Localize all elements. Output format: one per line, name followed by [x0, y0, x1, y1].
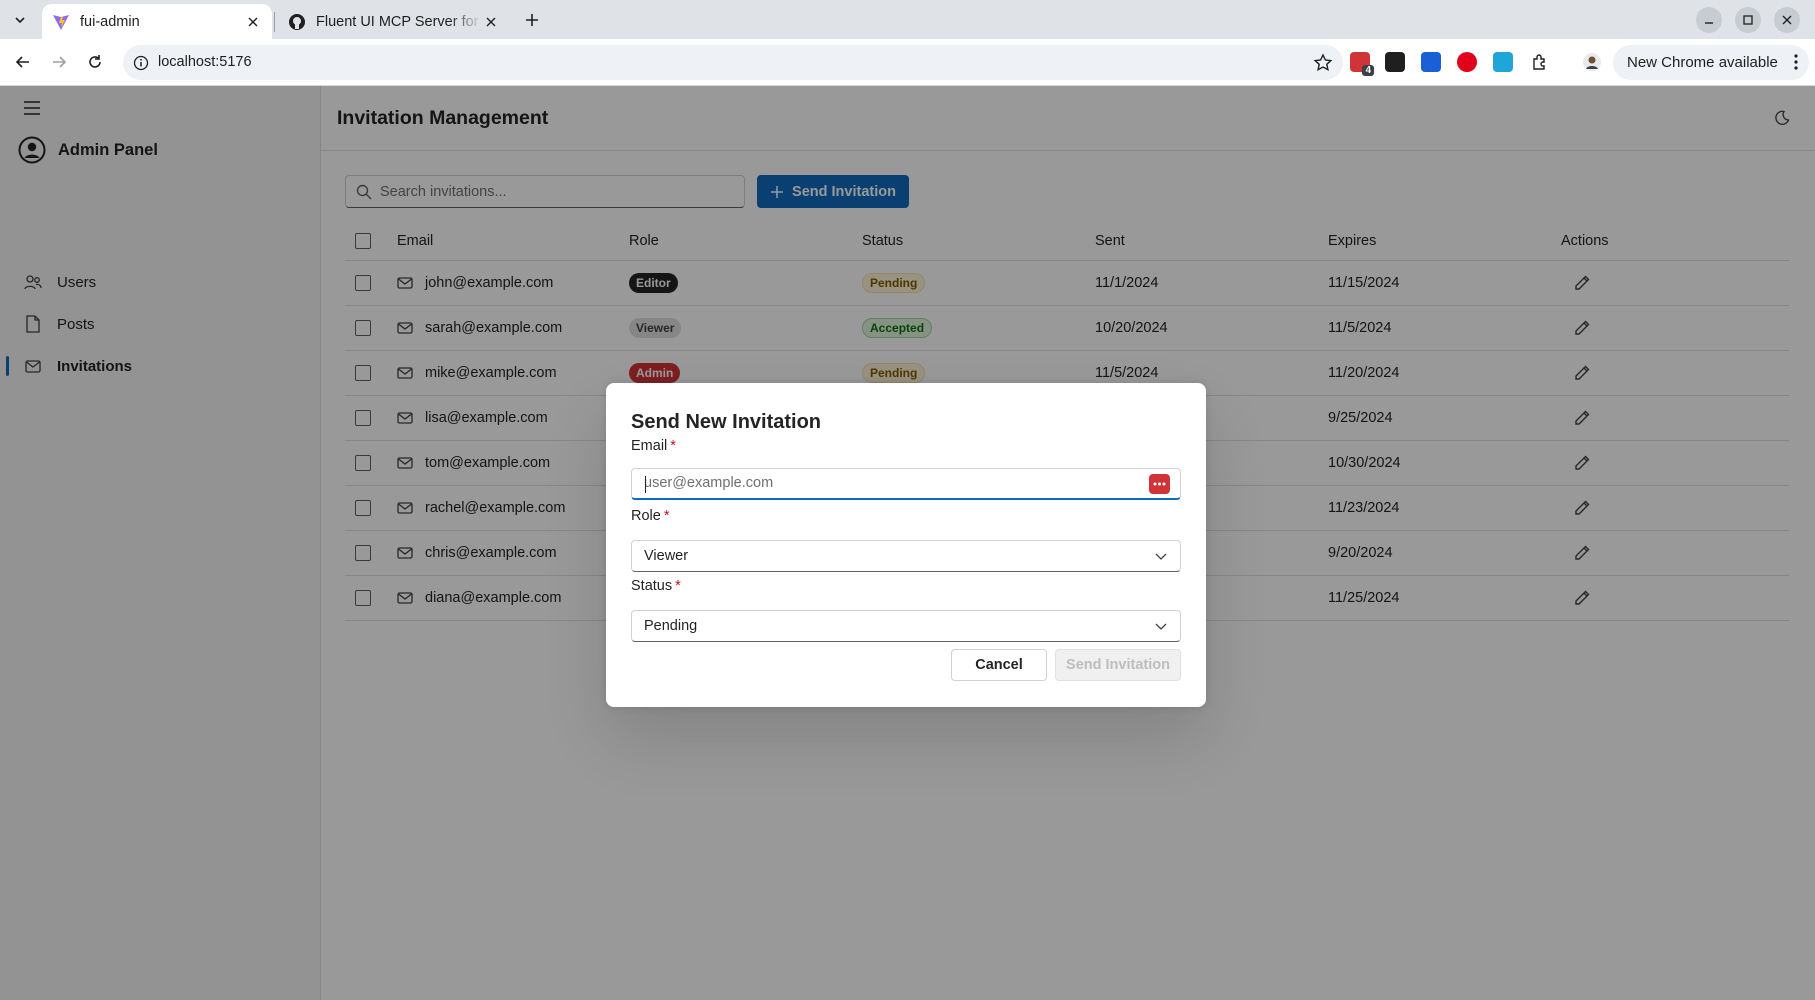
close-tab-icon[interactable]: [244, 13, 262, 31]
close-window-icon[interactable]: [1774, 7, 1800, 33]
tab-title: fui-admin: [80, 13, 140, 30]
browser-tab-active[interactable]: fui-admin: [42, 4, 272, 39]
chrome-menu-icon[interactable]: [1793, 53, 1799, 71]
site-info-icon[interactable]: [131, 53, 151, 73]
browser-toolbar: localhost:5176 4 New Chrome available: [0, 39, 1815, 86]
minimize-icon[interactable]: [1696, 7, 1722, 33]
url-text: localhost:5176: [158, 54, 252, 70]
status-selected-value: Pending: [644, 618, 698, 634]
extension-dark-icon[interactable]: [1385, 52, 1405, 72]
email-label-text: Email: [631, 438, 668, 454]
email-field-label: Email *: [631, 438, 676, 454]
tab-divider: [274, 12, 275, 32]
status-dropdown[interactable]: Pending: [631, 610, 1181, 642]
back-arrow-icon[interactable]: [11, 50, 35, 74]
required-asterisk: *: [663, 508, 670, 524]
tab-search-chevron-icon[interactable]: [8, 8, 32, 32]
password-manager-icon[interactable]: [1149, 474, 1170, 494]
role-selected-value: Viewer: [644, 548, 689, 564]
cancel-button[interactable]: Cancel: [951, 649, 1047, 681]
text-cursor: [645, 476, 646, 493]
role-dropdown[interactable]: Viewer: [631, 540, 1181, 572]
chevron-down-icon: [1155, 623, 1167, 630]
submit-invitation-button[interactable]: Send Invitation: [1055, 649, 1181, 681]
extension-badge-count: 4: [1362, 65, 1374, 76]
required-asterisk: *: [670, 438, 676, 454]
status-label-text: Status: [631, 578, 673, 594]
extensions-puzzle-icon[interactable]: [1528, 50, 1552, 74]
github-favicon-icon: [289, 13, 305, 30]
chevron-down-icon: [1155, 553, 1167, 560]
chrome-update-button[interactable]: New Chrome available: [1613, 45, 1809, 80]
status-field-label: Status *: [631, 578, 681, 594]
reload-icon[interactable]: [83, 50, 107, 74]
email-field[interactable]: [631, 468, 1181, 500]
extension-adblock-icon[interactable]: [1457, 52, 1477, 72]
email-input[interactable]: [644, 475, 1124, 491]
extension-calendar-icon[interactable]: 4: [1350, 52, 1374, 76]
tab-title: Fluent UI MCP Server for: [316, 13, 479, 30]
browser-tab-strip: fui-admin Fluent UI MCP Server for: [0, 0, 1815, 39]
maximize-icon[interactable]: [1735, 7, 1761, 33]
role-field-label: Role *: [631, 508, 669, 524]
dialog-title: Send New Invitation: [631, 411, 822, 433]
new-tab-plus-icon[interactable]: [520, 8, 544, 32]
bookmark-star-icon[interactable]: [1313, 53, 1333, 73]
vite-favicon-icon: [53, 14, 69, 30]
chrome-update-label: New Chrome available: [1627, 54, 1778, 71]
send-invitation-dialog: Send New Invitation Email* Role* Viewer …: [606, 383, 1206, 707]
extension-cursor-icon[interactable]: [1421, 52, 1441, 72]
required-asterisk: *: [675, 578, 681, 594]
role-label-text: Role: [631, 508, 661, 524]
address-bar[interactable]: localhost:5176: [123, 45, 1343, 80]
extension-sync-icon[interactable]: [1493, 52, 1513, 72]
profile-avatar-icon[interactable]: [1580, 50, 1604, 74]
browser-tab[interactable]: Fluent UI MCP Server for: [278, 4, 510, 39]
close-tab-icon[interactable]: [482, 13, 500, 31]
forward-arrow-icon[interactable]: [47, 50, 71, 74]
